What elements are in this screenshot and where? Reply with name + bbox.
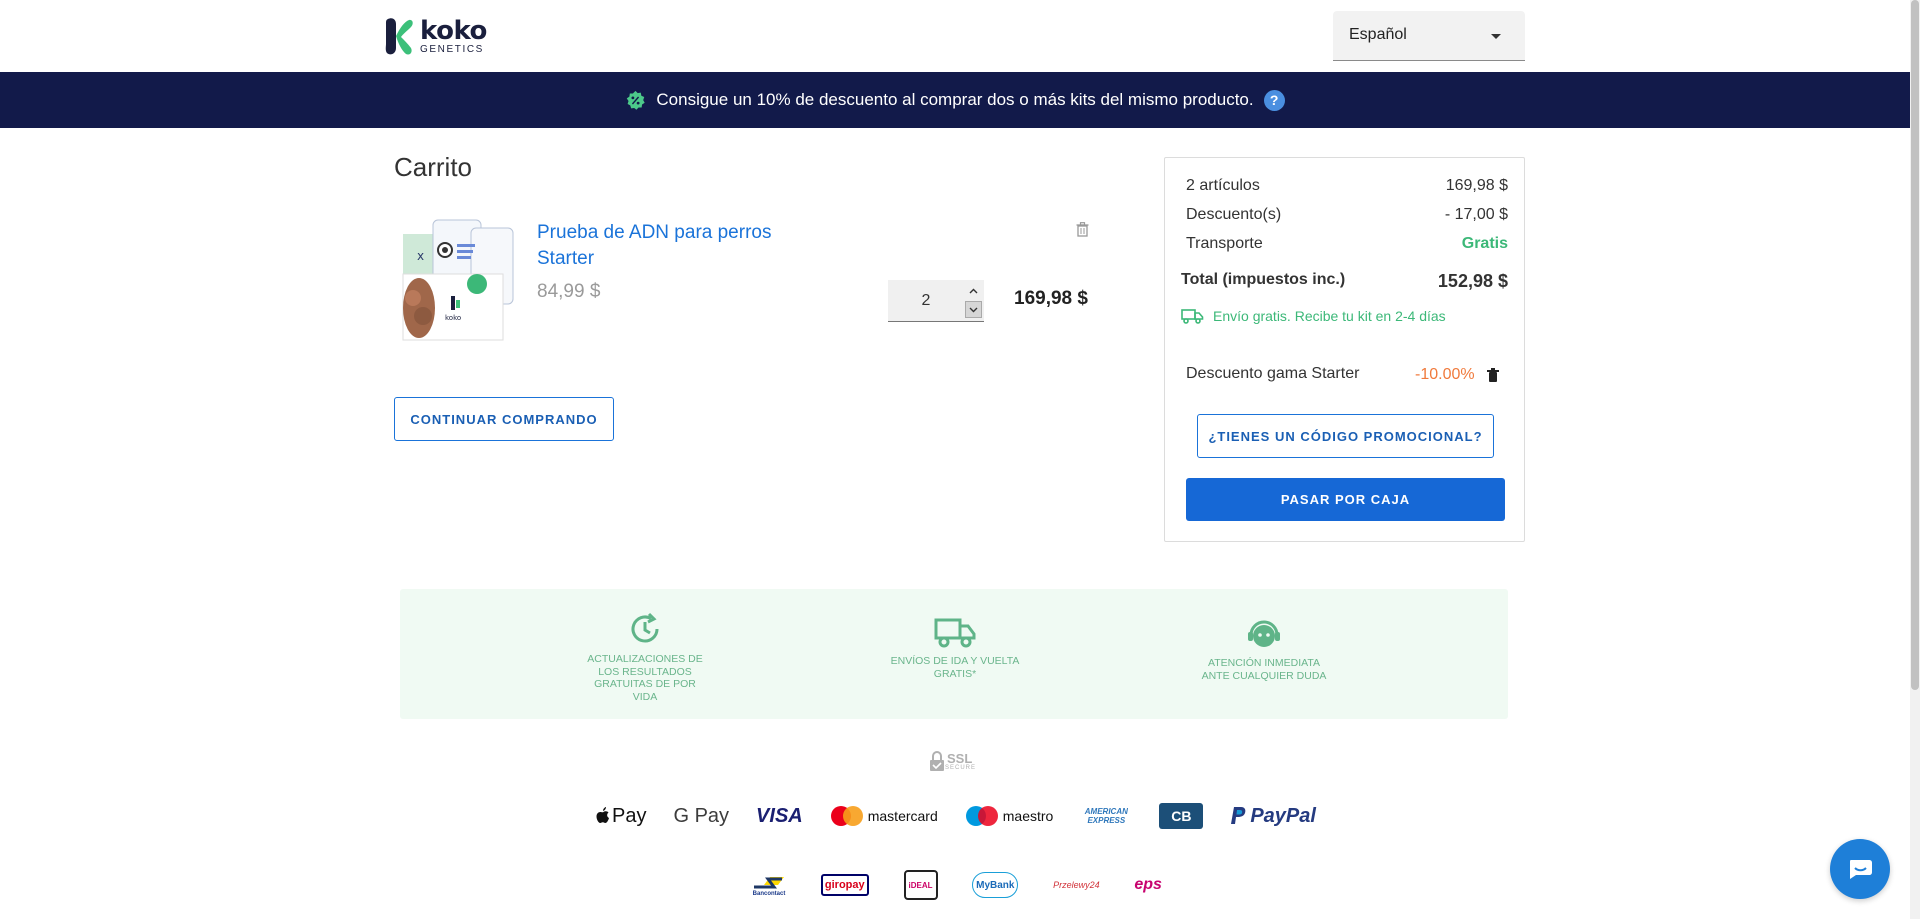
eps-logo: eps	[1134, 876, 1162, 893]
paypal-logo: PayPal	[1230, 805, 1316, 828]
svg-text:koko: koko	[445, 314, 461, 322]
mybank-logo: MyBank	[972, 872, 1019, 898]
summary-shipping-label: Transporte	[1186, 235, 1263, 252]
promo-code-button[interactable]: ¿TIENES UN CÓDIGO PROMOCIONAL?	[1197, 414, 1494, 458]
paypal-text: PayPal	[1250, 804, 1316, 827]
lock-icon	[930, 751, 944, 771]
koko-logo-mark-icon	[385, 18, 413, 55]
benefit-support: ATENCIÓN INMEDIATA ANTE CUALQUIER DUDA	[1164, 617, 1364, 682]
summary-discount-label: Descuento(s)	[1186, 206, 1282, 223]
ssl-secure-badge: SSL SECURE	[929, 750, 976, 772]
line-total: 169,98 $	[1014, 288, 1088, 309]
summary-items-row: 2 artículos 169,98 $	[1186, 177, 1508, 195]
summary-discount-row: Descuento(s) - 17,00 $	[1186, 206, 1508, 224]
shipping-note: Envío gratis. Recibe tu kit en 2-4 días	[1181, 308, 1446, 324]
summary-items-label: 2 artículos	[1186, 177, 1260, 194]
chat-widget-button[interactable]	[1830, 839, 1890, 899]
maestro-logo: maestro	[965, 805, 1054, 827]
remove-voucher-trash-icon[interactable]	[1487, 368, 1499, 387]
ssl-label: SSL	[947, 750, 973, 766]
language-selected-value: Español	[1349, 26, 1407, 43]
header: koko GENETICS Español	[0, 0, 1910, 72]
benefit-label: ACTUALIZACIONES DE LOS RESULTADOS GRATUI…	[587, 653, 703, 703]
page-scrollbar-thumb[interactable]	[1911, 0, 1919, 690]
checkout-button[interactable]: PASAR POR CAJA	[1186, 478, 1505, 521]
summary-items-value: 169,98 $	[1445, 177, 1508, 194]
benefit-lifetime-updates: ACTUALIZACIONES DE LOS RESULTADOS GRATUI…	[545, 611, 745, 703]
truck-icon	[1181, 309, 1204, 324]
remove-item-trash-icon[interactable]	[1076, 222, 1089, 242]
mastercard-circles-icon	[830, 806, 863, 826]
przelewy24-logo: Przelewy24	[1053, 880, 1100, 890]
summary-total-row: Total (impuestos inc.) 152,98 $	[1181, 271, 1508, 292]
koko-logo[interactable]: koko GENETICS	[384, 16, 487, 56]
mastercard-text: mastercard	[867, 808, 938, 824]
benefit-label: ATENCIÓN INMEDIATA ANTE CUALQUIER DUDA	[1201, 657, 1327, 682]
clock-refresh-icon	[631, 612, 659, 643]
benefit-label: ENVÍOS DE IDA Y VUELTA GRATIS*	[890, 655, 1020, 680]
order-summary: 2 artículos 169,98 $ Descuento(s) - 17,0…	[1164, 157, 1525, 542]
truck-icon	[934, 618, 976, 648]
apple-pay-text: Pay	[612, 804, 647, 827]
google-pay-logo: G Pay	[673, 804, 730, 827]
chat-bubble-icon	[1850, 860, 1872, 879]
discount-badge-icon	[625, 90, 646, 111]
summary-shipping-row: Transporte Gratis	[1186, 235, 1508, 253]
benefits-strip: ACTUALIZACIONES DE LOS RESULTADOS GRATUI…	[400, 589, 1508, 719]
page: koko GENETICS Español Consigue un 10% de…	[0, 0, 1920, 919]
promo-banner: Consigue un 10% de descuento al comprar …	[0, 72, 1910, 128]
apple-icon	[596, 807, 609, 823]
quantity-stepper[interactable]: 2	[888, 280, 984, 322]
logo-wordmark: koko	[420, 15, 487, 46]
logo-subtitle: GENETICS	[420, 43, 484, 55]
giropay-logo: giropay	[820, 874, 869, 896]
promo-banner-text: Consigue un 10% de descuento al comprar …	[656, 90, 1254, 109]
product-name-link[interactable]: Prueba de ADN para perros Starter	[537, 220, 817, 272]
summary-total-value: 152,98 $	[1437, 271, 1508, 291]
summary-shipping-value: Gratis	[1461, 235, 1508, 252]
paypal-p-icon	[1231, 807, 1246, 824]
maestro-circles-icon	[965, 806, 998, 826]
cb-logo: CB	[1159, 803, 1204, 829]
dropdown-arrow-icon	[1491, 34, 1501, 39]
quantity-decrease-chevron-down-icon[interactable]	[965, 301, 982, 318]
ideal-logo: iDEAL	[903, 870, 938, 900]
benefit-free-shipping: ENVÍOS DE IDA Y VUELTA GRATIS*	[855, 617, 1055, 680]
maestro-text: maestro	[1002, 808, 1054, 824]
mastercard-logo: mastercard	[830, 805, 938, 827]
summary-total-label: Total (impuestos inc.)	[1181, 271, 1346, 288]
svg-text:x: x	[417, 249, 424, 263]
shipping-note-text: Envío gratis. Recibe tu kit en 2-4 días	[1213, 308, 1446, 324]
ssl-sub-label: SECURE	[945, 764, 977, 771]
quantity-increase-chevron-up-icon[interactable]	[965, 282, 982, 299]
product-image[interactable]: x koko	[399, 218, 519, 342]
american-express-logo: AMERICAN EXPRESS	[1084, 807, 1128, 825]
bancontact-icon	[754, 877, 784, 889]
language-select[interactable]: Español	[1333, 11, 1525, 61]
apple-pay-logo: Pay	[596, 805, 646, 828]
quantity-value[interactable]: 2	[888, 292, 964, 310]
continue-shopping-button[interactable]: CONTINUAR COMPRANDO	[394, 397, 614, 441]
voucher-value: -10.00%	[1415, 366, 1475, 383]
visa-logo: VISA	[756, 804, 803, 827]
product-unit-price: 84,99 $	[537, 281, 601, 302]
bancontact-logo: Bancontact	[752, 873, 786, 897]
page-title: Carrito	[394, 152, 473, 182]
payment-methods-row: Pay G Pay VISA mastercard maestro AMERIC…	[596, 802, 1316, 830]
payment-methods-row-2: Bancontact giropay iDEAL MyBank Przelewy…	[752, 870, 1162, 900]
help-icon[interactable]: ?	[1263, 89, 1285, 111]
support-agent-icon	[1248, 620, 1280, 647]
summary-discount-value: - 17,00 $	[1444, 206, 1508, 223]
bancontact-text: Bancontact	[752, 891, 786, 897]
